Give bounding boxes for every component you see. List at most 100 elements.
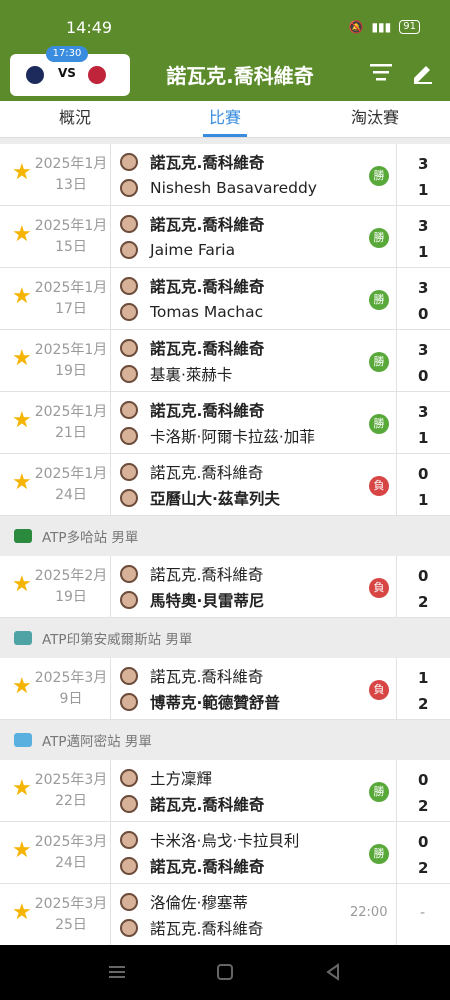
match-list: ★ 2025年1月 13日 諾瓦克.喬科維奇 Nishesh Basavaredd…	[0, 138, 450, 945]
score-1: 3	[418, 341, 429, 359]
match-row-upcoming[interactable]: ★ 2025年3月 25日 洛倫佐·穆塞蒂 諾瓦克.喬科維奇 22:00 -	[0, 884, 450, 945]
team-logo-right	[88, 66, 106, 84]
player-1: 諾瓦克.喬科維奇	[120, 336, 264, 360]
player-1: 諾瓦克.喬科維奇	[120, 562, 263, 586]
avatar	[120, 857, 138, 875]
avatar	[120, 277, 138, 295]
score-placeholder: -	[420, 905, 426, 921]
app-header: 14:49 🔕 ▮▮▮ 91 17:30 VS 諾瓦克.喬科維奇	[0, 0, 450, 101]
avatar	[120, 153, 138, 171]
avatar	[120, 831, 138, 849]
tournament-logo-icon	[14, 631, 32, 645]
score-1: 3	[418, 403, 429, 421]
tab-knockout[interactable]: 淘汰賽	[300, 101, 450, 137]
star-icon[interactable]: ★	[12, 224, 32, 246]
back-icon[interactable]	[322, 961, 344, 983]
score-1: 3	[418, 155, 429, 173]
match-row[interactable]: ★ 2025年1月 19日 諾瓦克.喬科維奇 基裏·萊赫卡 勝 3 0	[0, 330, 450, 392]
player-2: 博蒂克·範德贊舒普	[120, 690, 280, 714]
player-2: 亞曆山大·茲韋列夫	[120, 486, 280, 510]
avatar	[120, 919, 138, 937]
match-row[interactable]: ★ 2025年3月 22日 土方凜輝 諾瓦克.喬科維奇 勝 0 2	[0, 760, 450, 822]
avatar	[120, 427, 138, 445]
player-1: 土方凜輝	[120, 766, 212, 790]
score-2: 1	[418, 491, 429, 509]
player-1: 諾瓦克.喬科維奇	[120, 150, 264, 174]
score-1: 3	[418, 217, 429, 235]
section-header-miami[interactable]: ATP邁阿密站 男單	[0, 720, 450, 760]
star-icon[interactable]: ★	[12, 676, 32, 698]
score-2: 0	[418, 367, 429, 385]
avatar	[120, 463, 138, 481]
match-date: 2025年1月 13日	[34, 156, 108, 193]
player-2: Nishesh Basavareddy	[120, 176, 317, 200]
player-1: 諾瓦克.喬科維奇	[120, 460, 263, 484]
match-date: 2025年1月 17日	[34, 280, 108, 317]
mute-icon: 🔕	[348, 20, 364, 34]
result-badge: 負	[369, 578, 389, 598]
player-2: 諾瓦克.喬科維奇	[120, 792, 264, 816]
filter-icon[interactable]	[368, 60, 394, 84]
player-1: 諾瓦克.喬科維奇	[120, 212, 264, 236]
avatar	[120, 693, 138, 711]
star-icon[interactable]: ★	[12, 574, 32, 596]
score-2: 1	[418, 243, 429, 261]
match-row[interactable]: ★ 2025年1月 13日 諾瓦克.喬科維奇 Nishesh Basavaredd…	[0, 144, 450, 206]
match-date: 2025年1月 15日	[34, 218, 108, 255]
star-icon[interactable]: ★	[12, 902, 32, 924]
avatar	[120, 365, 138, 383]
section-header-doha[interactable]: ATP多哈站 男單	[0, 516, 450, 556]
result-badge: 勝	[369, 844, 389, 864]
team-logo-left	[26, 66, 44, 84]
score-2: 1	[418, 429, 429, 447]
avatar	[120, 769, 138, 787]
match-list-container[interactable]: ★ 2025年1月 13日 諾瓦克.喬科維奇 Nishesh Basavaredd…	[0, 138, 450, 945]
player-2: Jaime Faria	[120, 238, 235, 262]
star-icon[interactable]: ★	[12, 348, 32, 370]
section-header-indian-wells[interactable]: ATP印第安威爾斯站 男單	[0, 618, 450, 658]
avatar	[120, 893, 138, 911]
home-icon[interactable]	[214, 961, 236, 983]
match-row[interactable]: ★ 2025年1月 24日 諾瓦克.喬科維奇 亞曆山大·茲韋列夫 負 0 1	[0, 454, 450, 516]
tab-bar: 概況 比賽 淘汰賽	[0, 101, 450, 138]
player-2: 諾瓦克.喬科維奇	[120, 854, 264, 878]
battery-icon: 91	[399, 20, 420, 34]
tab-overview[interactable]: 概況	[0, 101, 150, 137]
player-2: 卡洛斯·阿爾卡拉茲·加菲	[120, 424, 315, 448]
match-chip[interactable]: 17:30 VS	[10, 46, 130, 96]
tab-matches[interactable]: 比賽	[150, 101, 300, 137]
score-1: 3	[418, 279, 429, 297]
avatar	[120, 489, 138, 507]
star-icon[interactable]: ★	[12, 162, 32, 184]
match-row[interactable]: ★ 2025年3月 9日 諾瓦克.喬科維奇 博蒂克·範德贊舒普 負 1 2	[0, 658, 450, 720]
star-icon[interactable]: ★	[12, 410, 32, 432]
match-row[interactable]: ★ 2025年2月 19日 諾瓦克.喬科維奇 馬特奧·貝雷蒂尼 負 0 2	[0, 556, 450, 618]
menu-icon[interactable]	[106, 961, 128, 983]
match-date: 2025年1月 24日	[34, 466, 108, 503]
status-icons: 🔕 ▮▮▮ 91	[348, 20, 420, 34]
status-bar: 14:49 🔕 ▮▮▮ 91	[0, 0, 450, 48]
score-2: 1	[418, 181, 429, 199]
match-row[interactable]: ★ 2025年1月 15日 諾瓦克.喬科維奇 Jaime Faria 勝 3 1	[0, 206, 450, 268]
result-badge: 勝	[369, 166, 389, 186]
avatar	[120, 179, 138, 197]
avatar	[120, 215, 138, 233]
system-nav-bar	[0, 945, 450, 1000]
avatar	[120, 339, 138, 357]
star-icon[interactable]: ★	[12, 472, 32, 494]
match-date: 2025年3月 24日	[34, 834, 108, 871]
match-row[interactable]: ★ 2025年1月 21日 諾瓦克.喬科維奇 卡洛斯·阿爾卡拉茲·加菲 勝 3 1	[0, 392, 450, 454]
match-row[interactable]: ★ 2025年3月 24日 卡米洛·烏戈·卡拉貝利 諾瓦克.喬科維奇 勝 0 2	[0, 822, 450, 884]
match-date: 2025年1月 19日	[34, 342, 108, 379]
match-date: 2025年3月 22日	[34, 772, 108, 809]
match-row[interactable]: ★ 2025年1月 17日 諾瓦克.喬科維奇 Tomas Machac 勝 3 0	[0, 268, 450, 330]
edit-icon[interactable]	[410, 60, 436, 84]
score-1: 0	[418, 465, 429, 483]
star-icon[interactable]: ★	[12, 778, 32, 800]
score-2: 0	[418, 305, 429, 323]
result-badge: 勝	[369, 228, 389, 248]
star-icon[interactable]: ★	[12, 286, 32, 308]
score-2: 2	[418, 859, 429, 877]
tournament-logo-icon	[14, 733, 32, 747]
star-icon[interactable]: ★	[12, 840, 32, 862]
